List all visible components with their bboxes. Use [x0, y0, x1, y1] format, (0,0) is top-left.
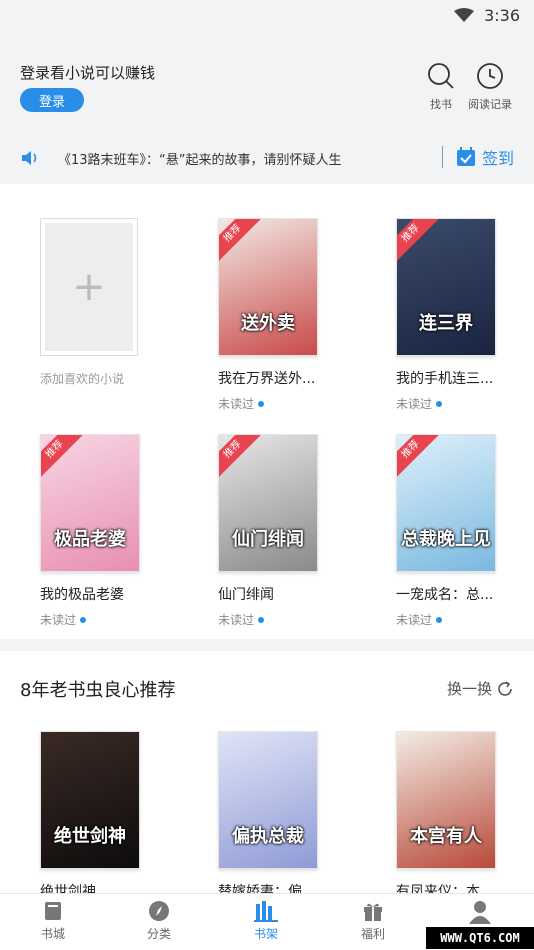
reading-history-button[interactable]: 阅读记录 — [468, 62, 512, 112]
book-cover[interactable]: 推荐 总裁晚上见 — [396, 434, 496, 572]
add-book-label: 添加喜欢的小说 — [40, 372, 125, 386]
read-status: 未读过 — [396, 395, 496, 412]
book-title: 仙门绯闻 — [218, 587, 274, 603]
wifi-icon — [454, 8, 475, 22]
book-cover[interactable]: 绝世剑神 — [40, 731, 140, 869]
login-button[interactable]: 登录 — [20, 88, 84, 112]
user-icon — [469, 901, 491, 924]
recommend-title: 8年老书虫良心推荐 — [20, 680, 176, 701]
tab-label: 福利 — [360, 927, 385, 941]
shelf-book[interactable]: 推荐 连三界 我的手机连三... 未读过 — [396, 218, 496, 412]
read-status: 未读过 — [40, 611, 140, 628]
status-bar: 3:36 — [454, 5, 520, 25]
clock-icon — [477, 63, 503, 89]
section-divider — [0, 639, 534, 651]
reading-history-label: 阅读记录 — [468, 98, 512, 111]
shelf-icon — [254, 901, 278, 922]
cover-title: 总裁晚上见 — [401, 529, 491, 550]
cover-title: 仙门绯闻 — [232, 529, 304, 550]
tab-profile[interactable] — [450, 900, 510, 927]
tab-welfare[interactable]: 福利 — [343, 900, 403, 942]
tab-bookstore[interactable]: 书城 — [23, 900, 83, 942]
read-status: 未读过 — [218, 611, 318, 628]
recommend-ribbon: 推荐 — [219, 219, 262, 263]
tab-category[interactable]: 分类 — [129, 900, 189, 942]
add-book-cover[interactable]: + — [40, 218, 138, 356]
recommend-book[interactable]: 本宫有人 有凤来仪：本... — [396, 731, 496, 901]
cover-title: 偏执总裁 — [232, 826, 304, 847]
notice-text[interactable]: 《13路末班车》：“悬”起来的故事，请别怀疑人生 — [58, 149, 342, 168]
plus-icon: + — [72, 264, 106, 310]
shelf-book[interactable]: 推荐 极品老婆 我的极品老婆 未读过 — [40, 434, 140, 628]
unread-dot — [436, 400, 443, 407]
refresh-label: 换一换 — [446, 680, 492, 698]
speaker-icon — [22, 151, 37, 165]
unread-dot — [258, 400, 265, 407]
cover-title: 送外卖 — [241, 313, 295, 334]
shelf-book[interactable]: 推荐 仙门绯闻 仙门绯闻 未读过 — [218, 434, 318, 628]
tab-bookshelf[interactable]: 书架 — [236, 900, 296, 942]
recommend-ribbon: 推荐 — [397, 219, 440, 263]
divider — [442, 146, 443, 168]
sign-in-button[interactable]: 签到 — [456, 145, 514, 169]
cover-title: 绝世剑神 — [54, 826, 126, 847]
book-title: 我的极品老婆 — [40, 587, 124, 603]
login-prompt: 登录看小说可以赚钱 — [20, 64, 156, 82]
gift-icon — [364, 903, 382, 921]
recommend-ribbon: 推荐 — [397, 435, 440, 479]
clock: 3:36 — [484, 5, 520, 25]
compass-icon — [149, 901, 169, 921]
book-icon — [45, 902, 61, 920]
cover-title: 连三界 — [419, 313, 473, 334]
shelf-book[interactable]: 推荐 送外卖 我在万界送外... 未读过 — [218, 218, 318, 412]
unread-dot — [258, 616, 265, 623]
recommend-ribbon: 推荐 — [219, 435, 262, 479]
find-books-label: 找书 — [430, 98, 452, 111]
bookshelf: + 添加喜欢的小说 推荐 送外卖 我在万界送外... 未读过 推荐 连三界 我的… — [0, 184, 534, 639]
book-cover[interactable]: 推荐 送外卖 — [218, 218, 318, 356]
calendar-check-icon — [457, 147, 475, 166]
refresh-icon — [498, 680, 512, 696]
tab-label: 书城 — [40, 927, 65, 941]
shelf-book[interactable]: 推荐 总裁晚上见 一宠成名：总... 未读过 — [396, 434, 496, 628]
book-title: 我在万界送外... — [218, 371, 316, 387]
book-title: 一宠成名：总... — [396, 587, 494, 603]
refresh-button[interactable]: 换一换 — [447, 678, 514, 699]
header-area: 3:36 登录看小说可以赚钱 登录 找书 阅读记录 《13路末班车》：“悬”起来… — [0, 0, 534, 184]
read-status: 未读过 — [396, 611, 496, 628]
book-cover[interactable]: 推荐 仙门绯闻 — [218, 434, 318, 572]
sign-in-label: 签到 — [482, 149, 515, 168]
recommend-book[interactable]: 绝世剑神 绝世剑神 — [40, 731, 140, 901]
book-cover[interactable]: 推荐 极品老婆 — [40, 434, 140, 572]
site-watermark: WWW.QT6.COM — [426, 927, 534, 949]
add-book-slot[interactable]: + 添加喜欢的小说 — [40, 218, 140, 387]
cover-title: 本宫有人 — [410, 826, 482, 847]
find-books-button[interactable]: 找书 — [427, 62, 455, 112]
recommend-book[interactable]: 偏执总裁 替嫁娇妻：偏... — [218, 731, 318, 901]
tab-label: 书架 — [253, 927, 278, 941]
read-status: 未读过 — [218, 395, 318, 412]
book-cover[interactable]: 偏执总裁 — [218, 731, 318, 869]
tab-label: 分类 — [146, 927, 171, 941]
notice-bar: 《13路末班车》：“悬”起来的故事，请别怀疑人生 签到 — [0, 140, 534, 176]
recommend-ribbon: 推荐 — [41, 435, 84, 479]
book-cover[interactable]: 本宫有人 — [396, 731, 496, 869]
book-cover[interactable]: 推荐 连三界 — [396, 218, 496, 356]
search-icon — [428, 63, 454, 89]
cover-title: 极品老婆 — [54, 529, 126, 550]
book-title: 我的手机连三... — [396, 371, 494, 387]
unread-dot — [80, 616, 87, 623]
unread-dot — [436, 616, 443, 623]
